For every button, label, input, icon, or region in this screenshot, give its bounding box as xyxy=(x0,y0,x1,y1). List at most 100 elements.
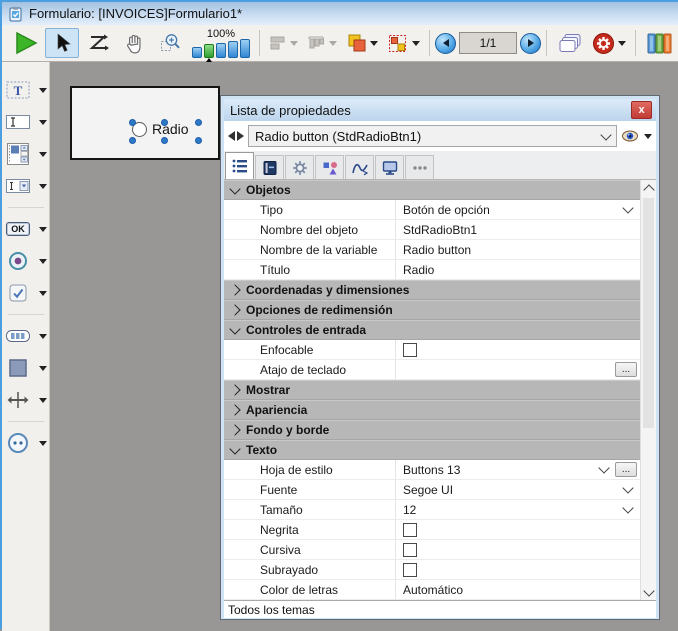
design-canvas[interactable]: Radio Lista de propiedades x Radio butt xyxy=(50,62,678,631)
panel-title-bar[interactable]: Lista de propiedades x xyxy=(224,99,656,121)
zoom-level-control[interactable]: 100% xyxy=(192,29,250,58)
actions-dropdown-arrow[interactable] xyxy=(618,41,626,46)
checkbox[interactable] xyxy=(403,543,417,557)
ellipsis-button[interactable]: ... xyxy=(615,462,637,477)
z-order-button[interactable] xyxy=(342,28,381,58)
property-value-cell[interactable]: Radio xyxy=(395,260,640,279)
property-row[interactable]: Color de letrasAutomático xyxy=(224,580,656,600)
scrollbar[interactable] xyxy=(640,180,656,600)
splitter-tool[interactable] xyxy=(4,388,47,412)
property-row[interactable]: Enfocable xyxy=(224,340,656,360)
property-value-cell[interactable] xyxy=(395,560,640,579)
custom-control-dropdown-arrow[interactable] xyxy=(39,441,47,446)
run-button[interactable] xyxy=(9,28,43,58)
property-row[interactable]: Hoja de estiloButtons 13... xyxy=(224,460,656,480)
actions-button[interactable] xyxy=(589,28,629,58)
property-value-cell[interactable]: 12 xyxy=(395,500,640,519)
library-button[interactable] xyxy=(642,28,676,58)
tab-curve[interactable] xyxy=(345,155,374,179)
checkbox[interactable] xyxy=(403,343,417,357)
chevron-down-icon[interactable] xyxy=(622,482,633,493)
property-row[interactable]: TipoBotón de opción xyxy=(224,200,656,220)
selection-handle[interactable] xyxy=(129,119,136,126)
check-box-dropdown-arrow[interactable] xyxy=(39,291,47,296)
property-value-cell[interactable]: Radio button xyxy=(395,240,640,259)
ellipsis-button[interactable]: ... xyxy=(615,362,637,377)
section-row[interactable]: Opciones de redimensión xyxy=(224,300,656,320)
section-row[interactable]: Coordenadas y dimensiones xyxy=(224,280,656,300)
chevron-down-icon[interactable] xyxy=(622,202,633,213)
z-order-dropdown-arrow[interactable] xyxy=(370,41,378,46)
edit-field-tool[interactable] xyxy=(4,110,47,134)
scroll-up-button[interactable] xyxy=(641,180,656,196)
property-value-cell[interactable]: Botón de opción xyxy=(395,200,640,219)
property-value-cell[interactable] xyxy=(395,520,640,539)
edit-field-dropdown-arrow[interactable] xyxy=(39,120,47,125)
chevron-down-icon[interactable] xyxy=(622,502,633,513)
list-view-tool[interactable] xyxy=(4,142,47,166)
checkbox[interactable] xyxy=(403,523,417,537)
property-row[interactable]: Subrayado xyxy=(224,560,656,580)
checkbox[interactable] xyxy=(403,563,417,577)
select-cursor-button[interactable] xyxy=(45,28,79,58)
tab-order-button[interactable] xyxy=(81,28,115,58)
scroll-down-button[interactable] xyxy=(641,584,656,600)
toolbar-control-tool[interactable] xyxy=(4,324,47,348)
custom-control-tool[interactable] xyxy=(4,431,47,455)
tab-events[interactable] xyxy=(255,155,284,179)
eye-dropdown-arrow[interactable] xyxy=(644,134,652,139)
selection-handle[interactable] xyxy=(161,119,168,126)
chevron-down-icon[interactable] xyxy=(598,462,609,473)
push-button-dropdown-arrow[interactable] xyxy=(39,227,47,232)
property-value-cell[interactable]: Segoe UI xyxy=(395,480,640,499)
property-row[interactable]: FuenteSegoe UI xyxy=(224,480,656,500)
push-button-tool[interactable]: OK xyxy=(4,217,47,241)
section-row[interactable]: Objetos xyxy=(224,180,656,200)
property-row[interactable]: Atajo de teclado... xyxy=(224,360,656,380)
property-row[interactable]: Nombre de la variableRadio button xyxy=(224,240,656,260)
section-row[interactable]: Apariencia xyxy=(224,400,656,420)
section-row[interactable]: Fondo y borde xyxy=(224,420,656,440)
zoom-region-button[interactable] xyxy=(153,28,187,58)
property-row[interactable]: Negrita xyxy=(224,520,656,540)
combo-box-dropdown-arrow[interactable] xyxy=(39,184,47,189)
close-icon[interactable]: x xyxy=(631,101,652,119)
property-value-cell[interactable]: Buttons 13... xyxy=(395,460,640,479)
selection-handle[interactable] xyxy=(161,137,168,144)
rectangle-dropdown-arrow[interactable] xyxy=(39,366,47,371)
selection-handle[interactable] xyxy=(195,137,202,144)
prev-object-icon[interactable] xyxy=(228,131,235,141)
previous-page-button[interactable] xyxy=(435,33,456,54)
property-value-cell[interactable]: ... xyxy=(395,360,640,379)
radio-button-tool[interactable] xyxy=(4,249,47,273)
selection-handle[interactable] xyxy=(195,119,202,126)
section-row[interactable]: Texto xyxy=(224,440,656,460)
list-view-dropdown-arrow[interactable] xyxy=(39,152,47,157)
tab-settings[interactable] xyxy=(285,155,314,179)
selection-handle[interactable] xyxy=(129,137,136,144)
tab-more[interactable] xyxy=(405,155,434,179)
visibility-filter-button[interactable] xyxy=(621,129,652,143)
tab-objects[interactable] xyxy=(315,155,344,179)
property-row[interactable]: Nombre del objetoStdRadioBtn1 xyxy=(224,220,656,240)
form-canvas[interactable]: Radio xyxy=(70,86,220,160)
property-row[interactable]: Cursiva xyxy=(224,540,656,560)
toolbar-control-dropdown-arrow[interactable] xyxy=(39,334,47,339)
page-indicator[interactable]: 1/1 xyxy=(459,32,517,54)
next-page-button[interactable] xyxy=(520,33,541,54)
property-value-cell[interactable] xyxy=(395,540,640,559)
pan-button[interactable] xyxy=(117,28,151,58)
check-box-tool[interactable] xyxy=(4,281,47,305)
object-selector[interactable]: Radio button (StdRadioBtn1) xyxy=(248,125,617,147)
tab-display[interactable] xyxy=(375,155,404,179)
tab-properties[interactable] xyxy=(225,152,254,179)
property-value-cell[interactable]: StdRadioBtn1 xyxy=(395,220,640,239)
subforms-button[interactable] xyxy=(553,28,587,58)
property-row[interactable]: TítuloRadio xyxy=(224,260,656,280)
property-row[interactable]: Tamaño12 xyxy=(224,500,656,520)
splitter-dropdown-arrow[interactable] xyxy=(39,398,47,403)
rectangle-tool[interactable] xyxy=(4,356,47,380)
static-text-dropdown-arrow[interactable] xyxy=(39,88,47,93)
selection-mode-button[interactable] xyxy=(383,28,423,58)
combo-box-tool[interactable] xyxy=(4,174,47,198)
